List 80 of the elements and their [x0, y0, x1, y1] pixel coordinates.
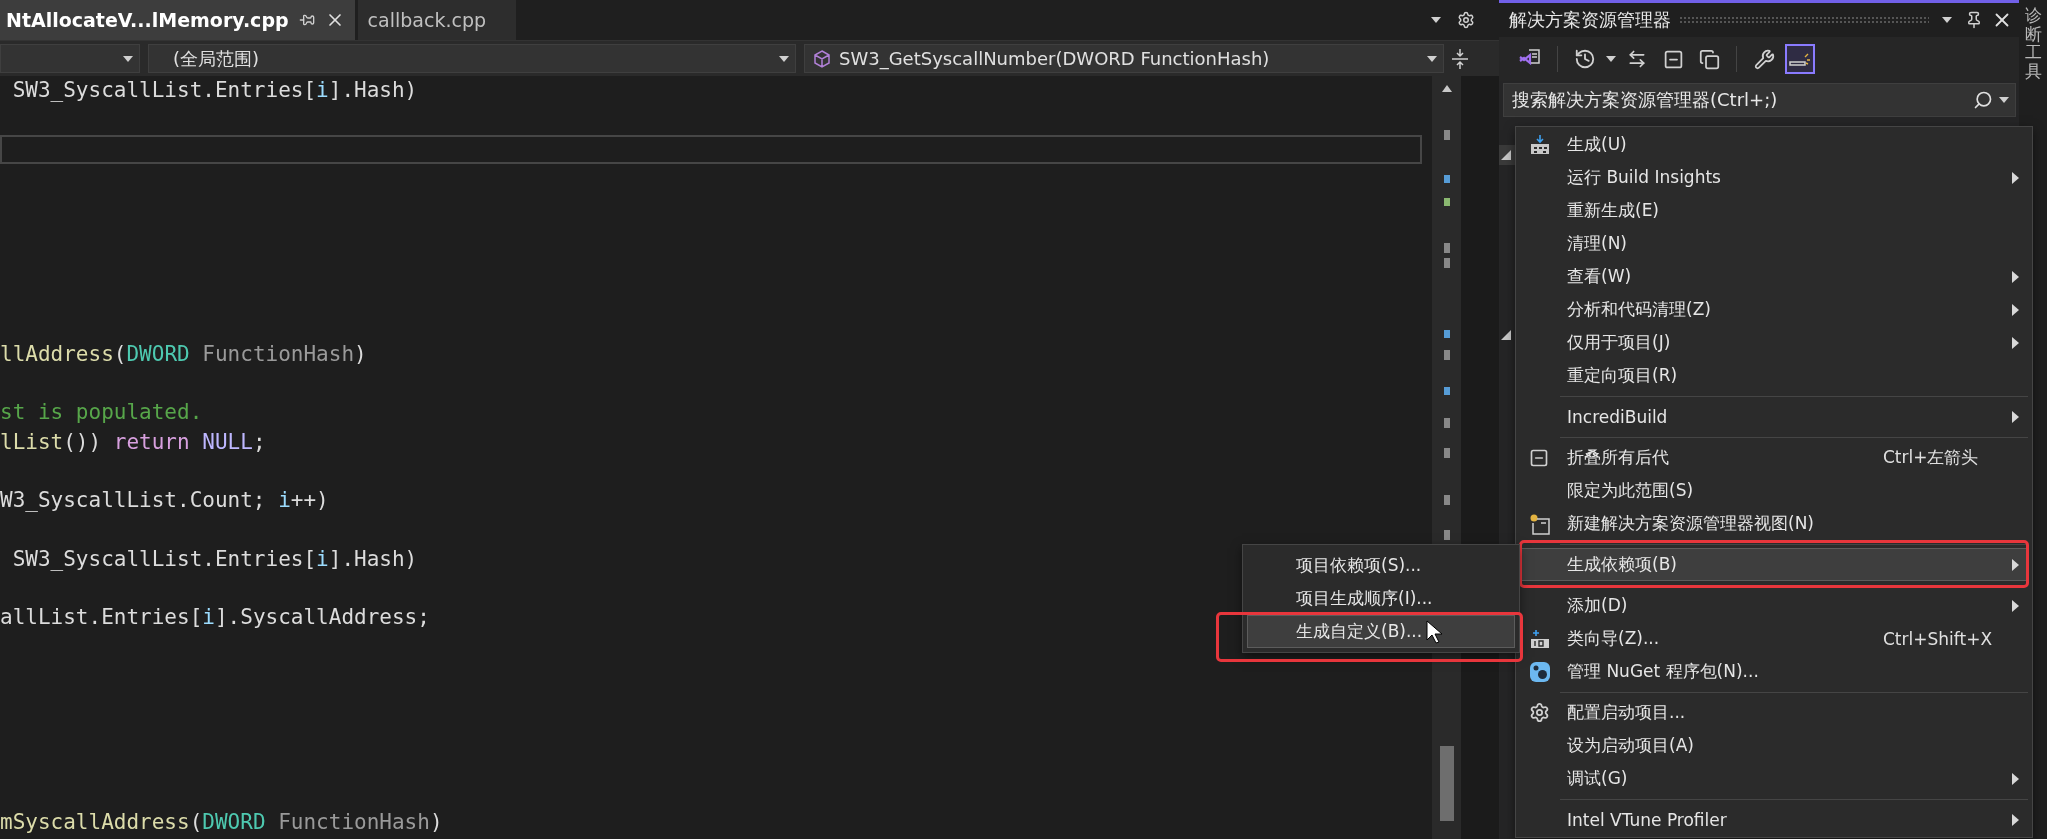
member-dropdown[interactable]: SW3_GetSyscallNumber(DWORD FunctionHash) [804, 44, 1444, 73]
preview-icon [1789, 51, 1811, 67]
menu-item[interactable]: 管理 NuGet 程序包(N)... [1520, 655, 2028, 688]
menu-item[interactable]: 新建解决方案资源管理器视图(N) [1520, 507, 2028, 540]
search-options-caret-icon [1999, 97, 2009, 103]
menu-item[interactable]: 查看(W) [1520, 260, 2028, 293]
cube-icon [813, 49, 831, 68]
history-caret-icon [1606, 56, 1616, 62]
copy-icon [1698, 48, 1720, 70]
new-window-icon [1529, 512, 1551, 535]
code-line: st is populated. [0, 399, 203, 427]
file-tab[interactable]: NtAllocateV...lMemory.cpp [0, 0, 355, 40]
submenu-arrow-icon [2011, 772, 2019, 785]
title-grip[interactable] [1679, 16, 1929, 24]
submenu-arrow-icon [2011, 813, 2019, 826]
menu-item[interactable]: 生成依赖项(B) [1520, 548, 2028, 581]
history-icon [1574, 48, 1596, 70]
submenu-arrow-icon [2011, 599, 2019, 612]
scrollbar-thumb[interactable] [1439, 746, 1454, 821]
scope-dropdown[interactable]: (全局范围) [148, 44, 796, 73]
menu-item[interactable]: 生成自定义(B)... [1247, 615, 1515, 648]
menu-item[interactable]: 类向导(Z)... Ctrl+Shift+X [1520, 622, 2028, 655]
code-line: SW3_SyscallList.Entries[i].Hash) [11, 545, 418, 573]
search-icon[interactable] [1973, 90, 1993, 110]
menu-item[interactable]: 设为启动项目(A) [1520, 729, 2028, 762]
split-window-icon[interactable] [1452, 47, 1468, 70]
menu-item[interactable]: 添加(D) [1520, 589, 2028, 622]
class-wizard-icon [1529, 627, 1551, 650]
scroll-up-arrow-icon[interactable] [1441, 85, 1452, 92]
menu-item[interactable]: IncrediBuild [1520, 400, 2028, 433]
file-tab[interactable]: callback.cpp [357, 0, 516, 40]
sync-icon [1627, 49, 1647, 69]
menu-item[interactable]: 重定向项目(R) [1520, 359, 2028, 392]
panel-title: 解决方案资源管理器 [1509, 8, 1671, 32]
panel-menu-caret-icon [1942, 17, 1952, 23]
pin-icon[interactable] [298, 12, 315, 28]
code-line: allList.Entries[i].SyscallAddress; [0, 604, 430, 632]
side-tab[interactable]: 诊断工具 [2024, 6, 2042, 81]
menu-item[interactable]: 限定为此范围(S) [1520, 474, 2028, 507]
menu-item[interactable]: Intel VTune Profiler [1520, 803, 2028, 836]
shortcut-text: Ctrl+Shift+X [1883, 628, 1994, 649]
menu-item[interactable]: 清理(N) [1520, 227, 2028, 260]
package-icon [1529, 660, 1551, 683]
collapse-all-icon [1662, 48, 1684, 70]
menu-item[interactable]: 调试(G) [1520, 762, 2028, 795]
code-line: W3_SyscallList.Count; i++) [0, 487, 329, 515]
pin-icon[interactable] [1965, 11, 1983, 29]
expander-icon[interactable] [1501, 150, 1511, 160]
menu-item[interactable]: 分析和代码清理(Z) [1520, 293, 2028, 326]
menu-item[interactable]: 配置启动项目... [1520, 696, 2028, 729]
menu-item[interactable]: 项目依赖项(S)... [1247, 549, 1515, 582]
submenu-arrow-icon [2011, 171, 2019, 184]
submenu-arrow-icon [2011, 558, 2019, 571]
wrench-icon [1753, 48, 1775, 70]
menu-item[interactable]: 运行 Build Insights [1520, 161, 2028, 194]
toolbar-button[interactable] [1785, 44, 1815, 74]
shortcut-text: Ctrl+左箭头 [1883, 446, 1980, 469]
menu-item[interactable]: 项目生成顺序(I)... [1247, 582, 1515, 615]
menu-item[interactable]: 仅用于项目(J) [1520, 326, 2028, 359]
build-icon [1529, 133, 1551, 156]
submenu-arrow-icon [2011, 336, 2019, 349]
menu-item[interactable]: 重新生成(E) [1520, 194, 2028, 227]
code-line: lList()) return NULL; [0, 428, 266, 456]
submenu-arrow-icon [2011, 303, 2019, 316]
submenu-arrow-icon [2011, 270, 2019, 283]
menu-item[interactable]: 生成(U) [1520, 128, 2028, 161]
caret-icon [779, 55, 789, 62]
code-line: mSyscallAddress(DWORD FunctionHash) [0, 809, 443, 837]
menu-item[interactable]: 折叠所有后代 Ctrl+左箭头 [1520, 441, 2028, 474]
code-line: SW3_SyscallList.Entries[i].Hash) [11, 77, 418, 104]
caret-icon [123, 55, 133, 62]
caret-icon [1427, 55, 1437, 62]
code-line: llAddress(DWORD FunctionHash) [0, 340, 367, 368]
collapse-icon [1529, 447, 1549, 468]
search-field[interactable]: 搜索解决方案资源管理器(Ctrl+;) [1503, 83, 2016, 117]
submenu-arrow-icon [2011, 410, 2019, 423]
tab-list-caret-icon [1431, 17, 1441, 23]
expander-icon[interactable] [1501, 330, 1511, 340]
gear-icon [1529, 702, 1550, 723]
settings-icon[interactable] [1457, 11, 1475, 29]
